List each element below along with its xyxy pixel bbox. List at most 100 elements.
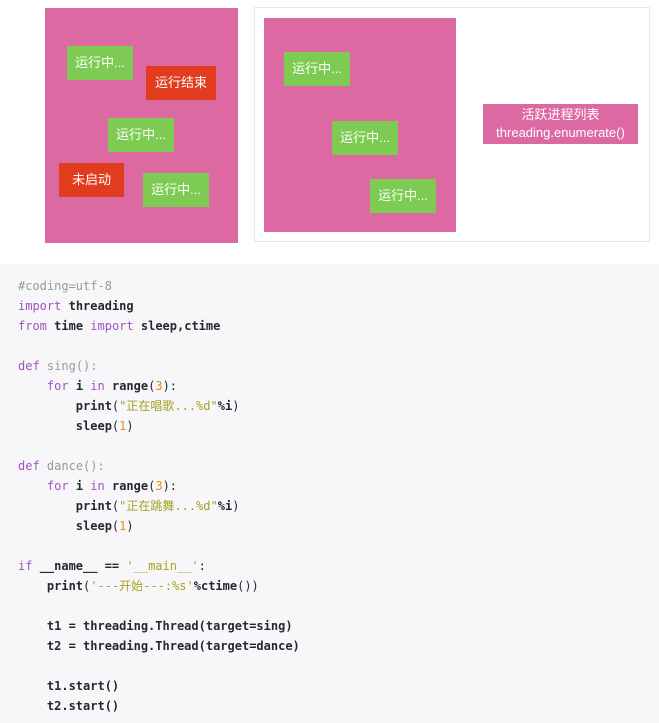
code-line: from time import sleep,ctime <box>18 316 659 336</box>
code-token-plain: time <box>54 319 84 333</box>
code-token-op <box>18 619 47 633</box>
code-line: print("正在唱歌...%d"%i) <box>18 396 659 416</box>
code-token-op: ) <box>126 419 134 433</box>
thread-box-label: 运行结束 <box>154 74 207 90</box>
code-token-plain: t1 = threading.Thread(target=sing) <box>46 619 293 633</box>
thread-box-label: 运行中... <box>116 126 166 142</box>
code-token-kw: def <box>18 359 40 373</box>
thread-box-running: 运行中... <box>143 173 209 207</box>
code-token-num: 3 <box>155 479 163 493</box>
code-token-kw: import <box>90 319 134 333</box>
code-line: print('---开始---:%s'%ctime()) <box>18 576 659 596</box>
code-token-kw: for <box>46 379 69 393</box>
code-token-op: ()) <box>237 579 259 593</box>
code-token-op: ) <box>232 499 240 513</box>
code-token-op: ): <box>162 379 178 393</box>
code-line: t2 = threading.Thread(target=dance) <box>18 636 659 656</box>
code-token-kw: in <box>90 479 105 493</box>
thread-box-running: 运行中... <box>284 52 350 86</box>
code-token-plain: sleep <box>75 419 112 433</box>
thread-box-label: 运行中... <box>151 181 201 197</box>
code-token-plain: i <box>75 379 84 393</box>
code-token-fn: (): <box>83 459 105 473</box>
code-token-op <box>69 379 76 393</box>
code-token-plain: print <box>75 399 112 413</box>
code-token-plain: range <box>111 379 149 393</box>
code-token-op <box>61 299 68 313</box>
code-token-op: ) <box>126 519 134 533</box>
thread-box-label: 运行中... <box>292 60 342 76</box>
code-token-op <box>18 699 47 713</box>
code-token-fn: dance <box>46 459 84 473</box>
code-line: print("正在跳舞...%d"%i) <box>18 496 659 516</box>
code-line: t2.start() <box>18 696 659 716</box>
code-line: if __name__ == '__main__': <box>18 556 659 576</box>
code-line: t1.start() <box>18 676 659 696</box>
code-line: t1 = threading.Thread(target=sing) <box>18 616 659 636</box>
code-line: #coding=utf-8 <box>18 276 659 296</box>
code-token-op <box>18 419 76 433</box>
code-line: sleep(1) <box>18 416 659 436</box>
code-token-op: ): <box>162 479 178 493</box>
code-token-plain: %i <box>217 499 233 513</box>
code-token-op <box>18 519 76 533</box>
note-line-title: 活跃进程列表 <box>521 107 600 123</box>
thread-box-label: 运行中... <box>75 54 125 70</box>
thread-box-running: 运行中... <box>332 121 398 155</box>
thread-diagram: 运行中... 运行结束 运行中... 未启动 运行中... 运行中... 运行中... 运行… <box>0 0 659 258</box>
code-token-plain: __name__ <box>39 559 98 573</box>
code-line: for i in range(3): <box>18 476 659 496</box>
code-content: #coding=utf-8 import threading from time i… <box>18 276 659 716</box>
code-token-plain: print <box>75 499 112 513</box>
code-line: for i in range(3): <box>18 376 659 396</box>
code-token-op <box>18 479 47 493</box>
code-token-op <box>134 319 141 333</box>
thread-box-running: 运行中... <box>108 118 174 152</box>
code-line: def sing(): <box>18 356 659 376</box>
code-token-kw: import <box>18 299 62 313</box>
code-token-op <box>18 579 47 593</box>
note-line-api: threading.enumerate() <box>496 125 625 140</box>
code-token-str: "正在唱歌...%d" <box>119 399 218 413</box>
code-token-op <box>18 679 47 693</box>
code-token-plain: t2 = threading.Thread(target=dance) <box>46 639 300 653</box>
thread-states-panel: 运行中... 运行结束 运行中... 未启动 运行中... <box>45 8 238 243</box>
code-token-op <box>18 639 47 653</box>
thread-box-label: 运行中... <box>340 129 390 145</box>
code-token-op <box>105 479 112 493</box>
code-token-plain: sleep <box>75 519 112 533</box>
active-threads-note: 活跃进程列表 threading.enumerate() <box>483 104 638 144</box>
code-token-plain: t2.start() <box>46 699 120 713</box>
code-token-plain: print <box>46 579 84 593</box>
code-line: sleep(1) <box>18 516 659 536</box>
code-token-op <box>40 359 47 373</box>
code-block: #coding=utf-8 import threading from time i… <box>0 264 659 723</box>
code-token-fn: (): <box>75 359 98 373</box>
code-token-num: 3 <box>155 379 163 393</box>
code-token-str: "正在跳舞...%d" <box>119 499 218 513</box>
code-token-plain: %i <box>217 399 233 413</box>
code-token-fn: sing <box>46 359 76 373</box>
code-token-op <box>105 379 112 393</box>
code-token-op <box>69 479 76 493</box>
thread-box-label: 未启动 <box>71 171 111 187</box>
code-token-op <box>32 559 39 573</box>
code-token-kw: if <box>18 559 33 573</box>
active-threads-panel: 运行中... 运行中... 运行中... <box>264 18 456 232</box>
code-line: import threading <box>18 296 659 316</box>
code-token-kw: for <box>46 479 69 493</box>
code-line: def dance(): <box>18 456 659 476</box>
thread-box-finished: 运行结束 <box>146 66 216 100</box>
code-token-plain: i <box>75 479 84 493</box>
code-token-plain: %ctime <box>193 579 238 593</box>
code-token-plain: t1.start() <box>46 679 120 693</box>
thread-box-running: 运行中... <box>67 46 133 80</box>
code-token-plain: == <box>97 559 127 573</box>
code-token-op: ) <box>232 399 240 413</box>
thread-box-running: 运行中... <box>370 179 436 213</box>
